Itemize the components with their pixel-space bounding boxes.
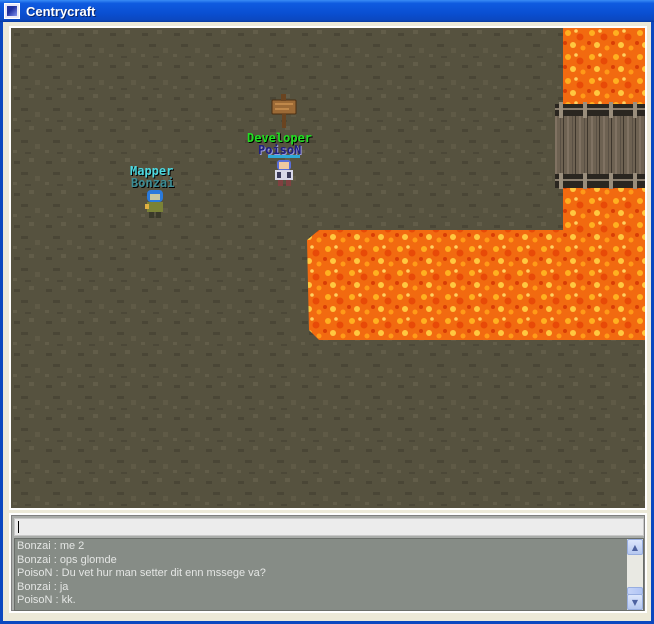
wooden-bridge — [555, 102, 645, 189]
chat-message: Bonzai : ops glomde — [17, 553, 117, 566]
chat-message-list: Bonzai : me 2 Bonzai : ops glomde PoisoN… — [17, 540, 266, 608]
chat-text: kk. — [61, 594, 76, 606]
chat-sender: Bonzai — [17, 540, 51, 552]
lava-pool-top — [563, 28, 645, 104]
chat-message: PoisoN : Du vet hur man setter dit enn m… — [17, 567, 266, 579]
chat-message: Bonzai : me 2 — [17, 540, 85, 552]
title-bar[interactable]: Centrycraft — [0, 0, 654, 22]
chat-text: ja — [59, 580, 69, 593]
chat-panel: Bonzai : me 2 Bonzai : ops glomde PoisoN… — [9, 513, 647, 613]
chevron-up-icon: ▲ — [631, 542, 639, 552]
chat-log[interactable]: Bonzai : me 2 Bonzai : ops glomde PoisoN… — [14, 538, 644, 611]
chat-input[interactable] — [14, 518, 644, 536]
scroll-down-button[interactable]: ▼ — [627, 594, 643, 610]
chat-sender: Bonzai — [17, 553, 51, 566]
chat-text: Du vet hur man setter dit enn mssege va? — [61, 567, 266, 579]
chat-text: me 2 — [59, 540, 85, 552]
window-title: Centrycraft — [26, 3, 96, 19]
chat-sender: PoisoN — [17, 567, 53, 579]
app-icon[interactable] — [4, 3, 20, 19]
player-name-label: PoisoN — [258, 143, 302, 157]
chat-text: ops glomde — [59, 553, 117, 566]
text-cursor — [18, 521, 19, 533]
scroll-up-button[interactable]: ▲ — [627, 539, 643, 555]
chat-message: Bonzai : ja — [17, 580, 69, 593]
chat-scrollbar[interactable]: ▲ ▼ — [627, 539, 643, 610]
player-name-label: Bonzai — [131, 176, 175, 190]
chat-sender: PoisoN — [17, 594, 53, 606]
game-map[interactable] — [11, 28, 645, 508]
chat-sender: Bonzai — [17, 580, 51, 593]
lava-pool-main — [307, 228, 645, 340]
chevron-down-icon: ▼ — [631, 597, 639, 607]
game-view[interactable]: Developer PoisoN Mapper Bonzai — [9, 26, 647, 510]
chat-message: PoisoN : kk. — [17, 594, 76, 606]
